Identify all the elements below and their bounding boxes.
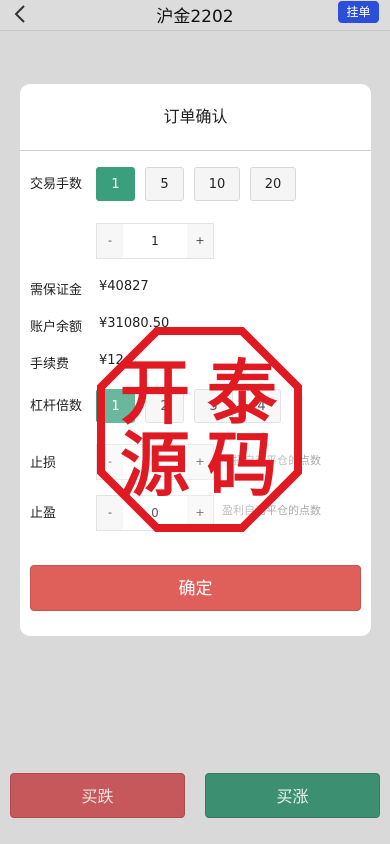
top-bar: 沪金2202 挂单 xyxy=(0,0,390,31)
take-profit-hint: 盈利自动平仓的点数 xyxy=(222,504,321,517)
quantity-minus-button[interactable]: - xyxy=(97,224,123,258)
quantity-plus-button[interactable]: + xyxy=(187,224,213,258)
fee-value: ¥12 xyxy=(99,353,124,368)
stop-loss-input[interactable]: 0 xyxy=(123,445,187,479)
take-profit-label: 止盈 xyxy=(30,506,57,521)
lots-option[interactable]: 1 xyxy=(96,167,135,201)
balance-label: 账户余额 xyxy=(30,320,83,335)
stop-loss-stepper: - 0 + xyxy=(96,444,214,480)
margin-label: 需保证金 xyxy=(30,283,83,298)
page-title: 沪金2202 xyxy=(156,7,234,27)
leverage-option[interactable]: 2 xyxy=(145,389,184,423)
lots-label: 交易手数 xyxy=(30,177,83,192)
stop-loss-minus-button[interactable]: - xyxy=(97,445,123,479)
dialog-title: 订单确认 xyxy=(20,84,371,151)
margin-value: ¥40827 xyxy=(99,279,149,294)
confirm-button[interactable]: 确定 xyxy=(30,565,361,611)
stop-loss-hint: 亏损自动平仓的点数 xyxy=(222,454,321,467)
stop-loss-plus-button[interactable]: + xyxy=(187,445,213,479)
quantity-input[interactable]: 1 xyxy=(123,224,187,258)
quantity-stepper: - 1 + xyxy=(96,223,214,259)
leverage-label: 杠杆倍数 xyxy=(30,399,83,414)
lots-option[interactable]: 20 xyxy=(250,167,296,201)
leverage-option[interactable]: 1 xyxy=(96,389,135,423)
leverage-option[interactable]: 3 xyxy=(194,389,233,423)
take-profit-input[interactable]: 0 xyxy=(123,496,187,530)
buy-down-button[interactable]: 买跌 xyxy=(10,773,185,818)
buy-up-button[interactable]: 买涨 xyxy=(205,773,380,818)
fee-label: 手续费 xyxy=(30,357,70,372)
balance-value: ¥31080.50 xyxy=(99,316,170,331)
take-profit-minus-button[interactable]: - xyxy=(97,496,123,530)
lots-option[interactable]: 5 xyxy=(145,167,184,201)
order-confirm-dialog: 订单确认 交易手数 1 5 10 20 - 1 + 需保证金 ¥40827 账户… xyxy=(20,84,371,636)
lots-option[interactable]: 10 xyxy=(194,167,240,201)
stop-loss-label: 止损 xyxy=(30,456,57,471)
pending-order-button[interactable]: 挂单 xyxy=(338,1,379,23)
leverage-option[interactable]: 4 xyxy=(242,389,281,423)
take-profit-plus-button[interactable]: + xyxy=(187,496,213,530)
take-profit-stepper: - 0 + xyxy=(96,495,214,531)
